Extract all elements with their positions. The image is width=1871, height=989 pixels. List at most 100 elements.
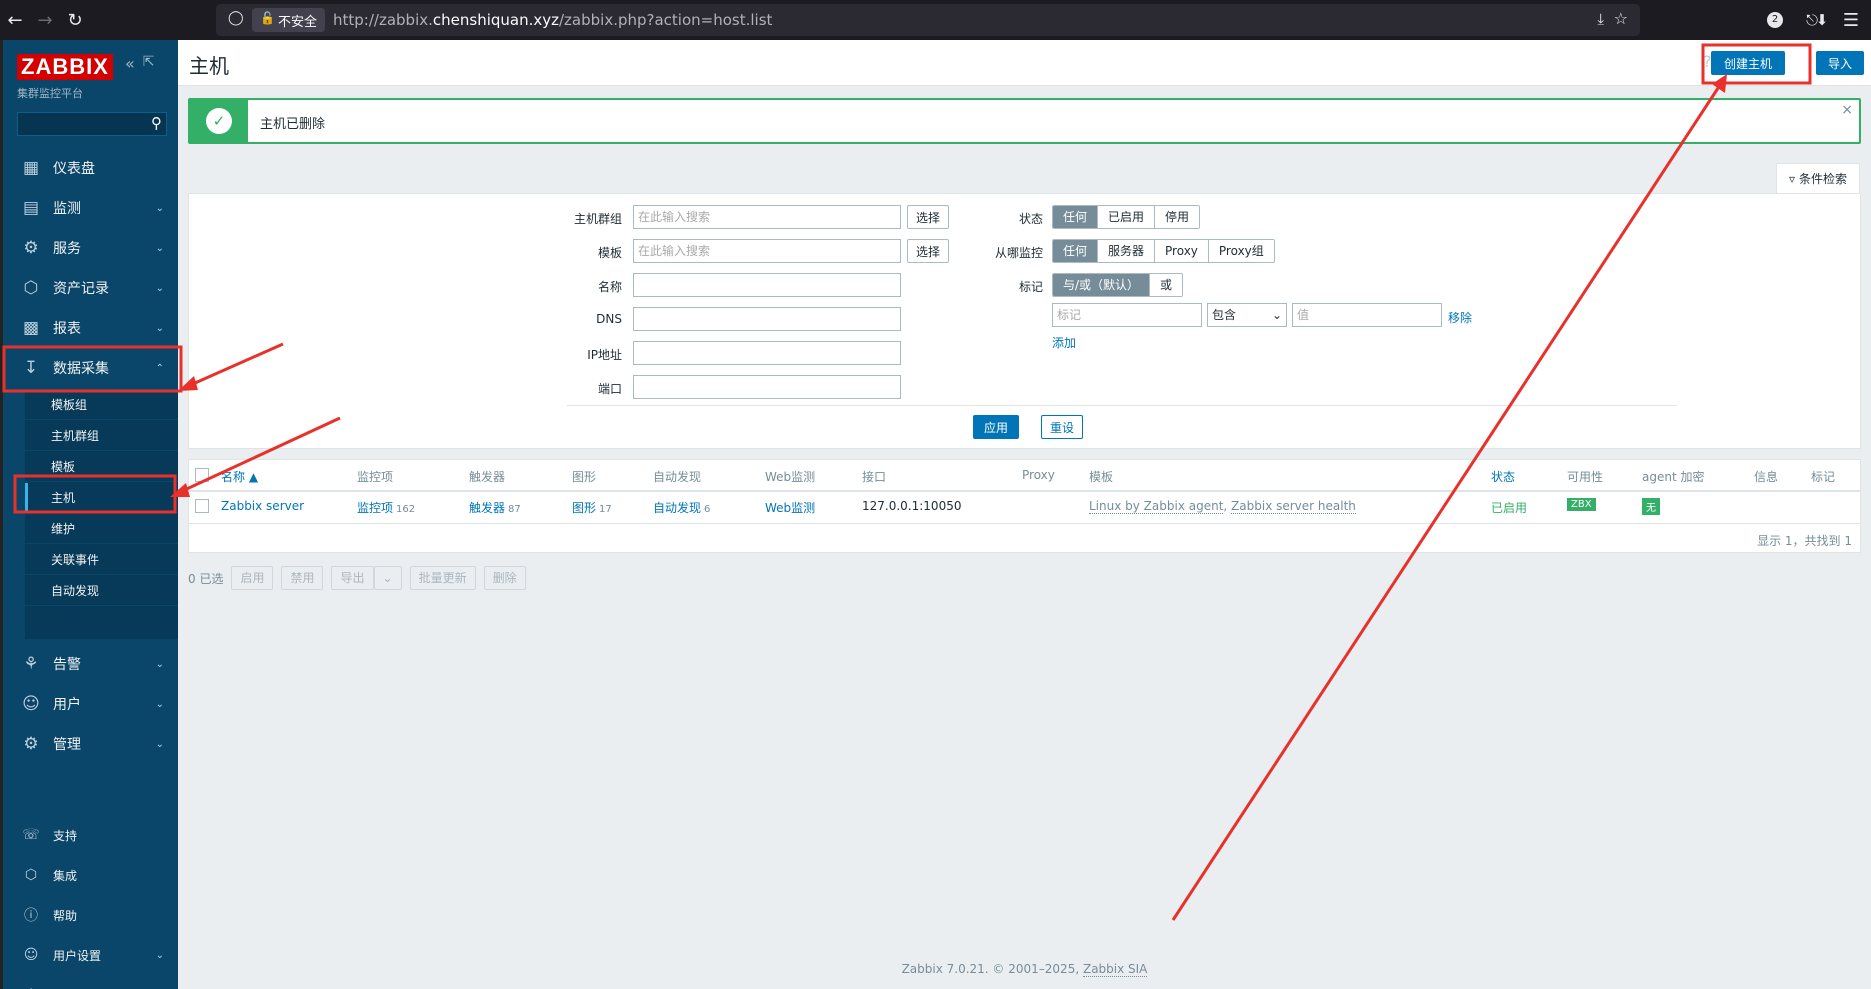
back-icon[interactable]: ← xyxy=(0,5,30,35)
submenu-templates[interactable]: 模板 xyxy=(25,452,178,482)
delete-button[interactable]: 删除 xyxy=(483,566,526,590)
filter-tab[interactable]: ▿ 条件检索 xyxy=(1776,163,1860,193)
submenu-maintenance[interactable]: 维护 xyxy=(25,514,178,544)
filter-divider xyxy=(567,405,1677,406)
sidebar: ZABBIX « ⇱ 集群监控平台 ⚲ ▦ 仪表盘 ▤ 监测 ⌄ ⚙ 服务 ⌄ ⬡ 资产记录… xyxy=(0,40,178,989)
row-checkbox[interactable] xyxy=(195,499,209,513)
search-icon[interactable]: ⚲ xyxy=(151,114,162,132)
menu-label: 用户 xyxy=(53,697,81,713)
th-status[interactable]: 状态 xyxy=(1491,468,1515,485)
monitored-by-radio-group: 任何 服务器 Proxy Proxy组 xyxy=(1052,239,1275,263)
filter-panel: 主机群组 选择 模板 选择 名称 DNS IP地址 端口 状态 任何 已启用 停… xyxy=(188,193,1861,449)
menu-data-collection[interactable]: ↧ 数据采集 ⌃ xyxy=(3,348,178,388)
import-button[interactable]: 导入 xyxy=(1816,51,1864,75)
status-any[interactable]: 任何 xyxy=(1053,206,1098,228)
export-button[interactable]: 导出 xyxy=(331,566,374,590)
status-toggle[interactable]: 已启用 xyxy=(1491,499,1527,516)
status-enabled[interactable]: 已启用 xyxy=(1097,206,1155,228)
close-icon[interactable]: × xyxy=(1841,102,1853,118)
enable-button[interactable]: 启用 xyxy=(231,566,274,590)
download-page-icon[interactable]: ⤓ xyxy=(1597,10,1604,28)
monitored-by-proxy[interactable]: Proxy xyxy=(1154,240,1208,262)
menu-user-settings[interactable]: ☺ 用户设置 ⌄ xyxy=(3,940,178,970)
menu-label: 监测 xyxy=(53,201,81,217)
web-link[interactable]: Web监测 xyxy=(765,499,815,516)
kiosk-mode-icon[interactable]: ⇱ xyxy=(143,54,155,73)
menu-dashboard[interactable]: ▦ 仪表盘 xyxy=(3,148,178,188)
submenu-event-correlation[interactable]: 关联事件 xyxy=(25,545,178,575)
forward-icon[interactable]: → xyxy=(30,5,60,35)
menu-monitoring[interactable]: ▤ 监测 ⌄ xyxy=(3,188,178,228)
menu-alerts[interactable]: ⚘ 告警 ⌄ xyxy=(3,644,178,684)
app-menu-icon[interactable]: ☰ xyxy=(1836,5,1866,35)
menu-label: 帮助 xyxy=(53,908,78,923)
tag-input[interactable] xyxy=(1052,303,1202,327)
monitored-by-server[interactable]: 服务器 xyxy=(1097,240,1155,262)
menu-sign-out[interactable]: ⏻退出 xyxy=(3,980,178,989)
items-link[interactable]: 监控项 162 xyxy=(357,499,415,516)
menu-inventory[interactable]: ⬡ 资产记录 ⌄ xyxy=(3,268,178,308)
chevron-down-icon: ⌄ xyxy=(155,658,164,670)
name-input[interactable] xyxy=(633,273,901,297)
host-name-link[interactable]: Zabbix server xyxy=(221,499,304,513)
port-input[interactable] xyxy=(633,375,901,399)
tags-or[interactable]: 或 xyxy=(1149,274,1183,296)
menu-label: 服务 xyxy=(53,241,81,257)
insecure-indicator[interactable]: 🔓 不安全 xyxy=(252,8,326,32)
template-link[interactable]: Zabbix server health xyxy=(1231,499,1356,514)
add-tag-link[interactable]: 添加 xyxy=(1052,334,1076,351)
zabbix-logo[interactable]: ZABBIX xyxy=(17,54,113,80)
submenu-hosts[interactable]: 主机 xyxy=(25,483,178,513)
monitored-by-proxy-group[interactable]: Proxy组 xyxy=(1207,240,1274,262)
mass-update-button[interactable]: 批量更新 xyxy=(409,566,476,590)
address-bar[interactable]: ◯ 🔓 不安全 http://zabbix.chenshiquan.xyz/za… xyxy=(216,4,1640,36)
account-badge-icon[interactable]: 2 xyxy=(1767,12,1783,28)
status-disabled[interactable]: 停用 xyxy=(1154,206,1200,228)
triggers-link[interactable]: 触发器 87 xyxy=(469,499,521,516)
bell-icon: ⚘ xyxy=(23,654,39,674)
bookmark-star-icon[interactable]: ☆ xyxy=(1614,9,1628,28)
export-dropdown-icon[interactable]: ⌄ xyxy=(373,566,402,590)
menu-help[interactable]: ⓘ 帮助 xyxy=(3,900,178,930)
data-collection-submenu: 模板组 主机群组 模板 主机 维护 关联事件 自动发现 xyxy=(25,390,178,639)
reload-icon[interactable]: ↻ xyxy=(60,5,90,35)
host-groups-input[interactable] xyxy=(633,205,901,229)
reset-button[interactable]: 重设 xyxy=(1041,415,1084,439)
downloads-icon[interactable]: ⬇ xyxy=(1812,5,1832,35)
submenu-host-groups[interactable]: 主机群组 xyxy=(25,421,178,451)
apply-button[interactable]: 应用 xyxy=(973,415,1020,439)
menu-reports[interactable]: ▩ 报表 ⌄ xyxy=(3,308,178,348)
select-all-checkbox[interactable] xyxy=(195,468,209,482)
th-info: 信息 xyxy=(1754,470,1779,484)
zabbix-sia-link[interactable]: Zabbix SIA xyxy=(1082,962,1148,977)
graphs-link[interactable]: 图形 17 xyxy=(572,499,612,516)
templates-input[interactable] xyxy=(633,239,901,263)
template-link[interactable]: Linux by Zabbix agent xyxy=(1089,499,1224,514)
monitored-by-any[interactable]: 任何 xyxy=(1053,240,1098,262)
discovery-link[interactable]: 自动发现 6 xyxy=(653,499,710,516)
sidebar-search-input[interactable]: ⚲ xyxy=(17,112,167,136)
collapse-sidebar-icon[interactable]: « xyxy=(125,54,135,73)
menu-support[interactable]: ☏ 支持 xyxy=(3,820,178,850)
tag-value-input[interactable] xyxy=(1292,303,1442,327)
remove-tag-link[interactable]: 移除 xyxy=(1448,309,1472,326)
disable-button[interactable]: 禁用 xyxy=(281,566,324,590)
tag-operator-select[interactable]: 包含 ⌄ xyxy=(1207,303,1287,327)
menu-services[interactable]: ⚙ 服务 ⌄ xyxy=(3,228,178,268)
monitored-by-label: 从哪监控 xyxy=(994,246,1043,260)
submenu-discovery[interactable]: 自动发现 xyxy=(25,576,178,606)
dns-input[interactable] xyxy=(633,307,901,331)
th-templates: 模板 xyxy=(1089,470,1114,484)
ip-label: IP地址 xyxy=(587,348,622,362)
menu-administration[interactable]: ⚙ 管理 ⌄ xyxy=(3,724,178,764)
shield-icon[interactable]: ◯ xyxy=(228,10,244,26)
ip-input[interactable] xyxy=(633,341,901,365)
create-host-button[interactable]: 创建主机 xyxy=(1711,51,1785,75)
submenu-template-groups[interactable]: 模板组 xyxy=(25,390,178,420)
menu-integrations[interactable]: ⬡ 集成 xyxy=(3,860,178,890)
tags-and-or[interactable]: 与/或（默认） xyxy=(1053,274,1150,296)
availability-badge[interactable]: ZBX xyxy=(1567,498,1596,511)
th-name[interactable]: 名称 ▲ xyxy=(221,468,258,485)
url-text[interactable]: http://zabbix.chenshiquan.xyz/zabbix.php… xyxy=(333,11,772,29)
menu-users[interactable]: ☺ 用户 ⌄ xyxy=(3,684,178,724)
